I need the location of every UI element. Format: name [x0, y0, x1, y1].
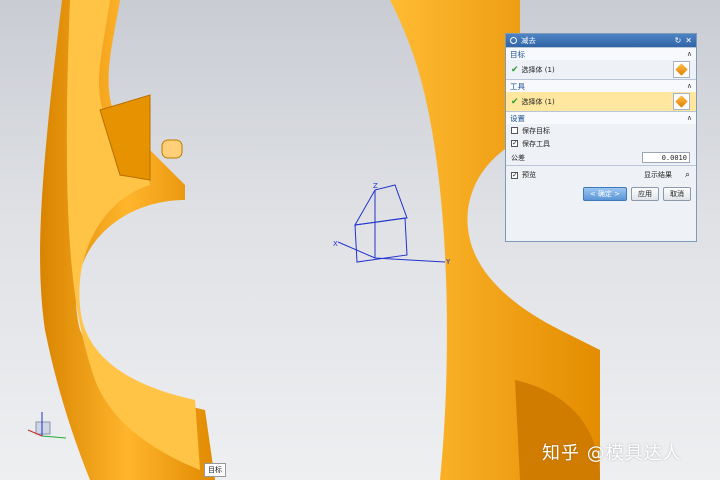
select-body-button[interactable] — [673, 61, 690, 78]
target-select-label: 选择体 (1) — [521, 65, 555, 74]
chevron-up-icon: ∧ — [686, 82, 692, 90]
axis-label-y: Y — [445, 258, 451, 266]
preview-label: 预览 — [522, 171, 536, 179]
datum-csys[interactable] — [337, 184, 446, 263]
tool-cylinder[interactable] — [161, 139, 183, 159]
watermark: 知乎 @模具达人 — [542, 443, 682, 464]
dialog-titlebar[interactable]: 减去 ↻ ✕ — [506, 34, 696, 47]
cancel-button[interactable]: 取消 — [663, 187, 691, 201]
ok-button[interactable]: < 确定 > — [582, 187, 627, 201]
checkmark-icon: ✔ — [511, 96, 519, 107]
checkmark-icon: ✔ — [511, 64, 519, 75]
reset-icon[interactable]: ↻ — [675, 36, 682, 45]
dialog-buttons: < 确定 > 应用 取消 — [506, 184, 696, 204]
target-section-header[interactable]: 目标 ∧ — [506, 47, 696, 60]
dialog-gear-icon — [510, 37, 517, 44]
settings-section-header[interactable]: 设置 ∧ — [506, 111, 696, 124]
tool-section-header[interactable]: 工具 ∧ — [506, 79, 696, 92]
chevron-up-icon: ∧ — [686, 50, 692, 58]
keep-target-row[interactable]: 保存目标 — [506, 124, 696, 137]
keep-tool-row[interactable]: ✓ 保存工具 — [506, 137, 696, 150]
preview-checkbox[interactable]: ✓ — [511, 171, 518, 179]
tolerance-row: 公差 0.0010 — [506, 150, 696, 165]
magnifier-icon[interactable]: ⌕ — [685, 170, 690, 180]
preview-row: ✓ 预览 显示结果 ⌕ — [506, 165, 696, 184]
keep-tool-checkbox[interactable]: ✓ — [511, 140, 518, 147]
tool-select-label: 选择体 (1) — [521, 97, 555, 106]
keep-target-checkbox[interactable] — [511, 127, 518, 134]
dialog-title: 减去 — [521, 36, 536, 45]
target-select-row[interactable]: ✔ 选择体 (1) — [506, 60, 696, 79]
tolerance-label: 公差 — [511, 153, 525, 162]
show-result-label: 显示结果 — [644, 171, 672, 179]
view-triad-icon — [27, 412, 67, 439]
subtract-dialog: 减去 ↻ ✕ 目标 ∧ ✔ 选择体 (1) 工具 ∧ ✔ 选择体 (1) 设置 … — [505, 33, 697, 242]
cube-icon — [675, 95, 688, 108]
apply-button[interactable]: 应用 — [631, 187, 659, 201]
tolerance-input[interactable]: 0.0010 — [642, 152, 690, 163]
axis-label-x: X — [333, 240, 338, 248]
chevron-up-icon: ∧ — [686, 114, 692, 122]
target-tooltip: 目标 — [204, 463, 226, 477]
close-icon[interactable]: ✕ — [685, 36, 692, 45]
select-tool-button[interactable] — [673, 93, 690, 110]
cube-icon — [675, 63, 688, 76]
axis-label-z: Z — [373, 182, 378, 190]
tool-select-row[interactable]: ✔ 选择体 (1) — [506, 92, 696, 111]
